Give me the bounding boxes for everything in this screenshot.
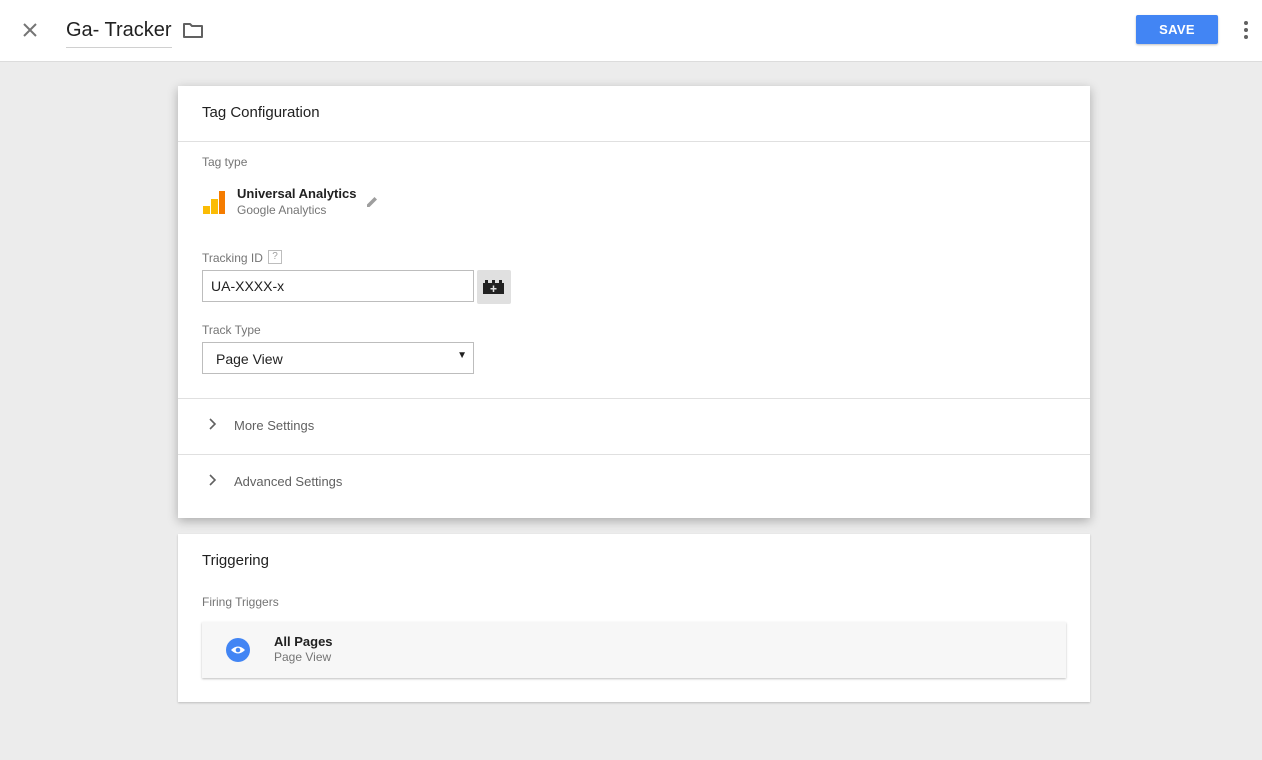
track-type-label: Track Type bbox=[202, 323, 261, 337]
track-type-value: Page View bbox=[216, 351, 283, 367]
tag-type-label: Tag type bbox=[202, 155, 248, 169]
eye-icon bbox=[226, 638, 250, 662]
more-settings-row[interactable]: More Settings bbox=[178, 398, 1090, 454]
top-bar: Ga- Tracker SAVE bbox=[0, 0, 1262, 62]
universal-analytics-icon bbox=[202, 190, 226, 214]
edit-pencil-icon[interactable] bbox=[364, 194, 380, 210]
more-settings-label: More Settings bbox=[234, 418, 315, 433]
trigger-type: Page View bbox=[274, 650, 332, 664]
dropdown-caret-icon: ▼ bbox=[457, 350, 467, 361]
card-title: Tag Configuration bbox=[202, 104, 320, 121]
tag-name-field[interactable]: Ga- Tracker bbox=[66, 16, 172, 48]
divider bbox=[178, 141, 1090, 142]
more-vert-icon[interactable] bbox=[1236, 18, 1256, 42]
help-icon[interactable]: ? bbox=[268, 250, 282, 264]
track-type-select[interactable]: Page View ▼ bbox=[202, 342, 474, 374]
firing-triggers-label: Firing Triggers bbox=[202, 595, 279, 609]
tag-configuration-card: Tag Configuration Tag type Universal Ana… bbox=[178, 86, 1090, 518]
variable-picker-button[interactable] bbox=[477, 270, 511, 304]
chevron-right-icon bbox=[209, 474, 217, 486]
card-title: Triggering bbox=[202, 552, 269, 569]
tracking-id-input[interactable] bbox=[202, 270, 474, 302]
page-title: Ga- Tracker bbox=[66, 19, 172, 41]
chevron-right-icon bbox=[209, 418, 217, 430]
variable-block-icon bbox=[483, 280, 504, 294]
save-button[interactable]: SAVE bbox=[1136, 15, 1218, 44]
trigger-name: All Pages bbox=[274, 634, 333, 649]
advanced-settings-row[interactable]: Advanced Settings bbox=[178, 454, 1090, 510]
tag-type-name[interactable]: Universal Analytics bbox=[237, 186, 356, 201]
tag-type-provider: Google Analytics bbox=[237, 203, 327, 217]
trigger-item[interactable]: All Pages Page View bbox=[202, 622, 1066, 678]
close-icon[interactable] bbox=[18, 18, 42, 42]
advanced-settings-label: Advanced Settings bbox=[234, 474, 343, 489]
folder-icon[interactable] bbox=[182, 20, 206, 42]
tracking-id-label: Tracking ID bbox=[202, 251, 263, 265]
triggering-card: Triggering Firing Triggers All Pages Pag… bbox=[178, 534, 1090, 702]
